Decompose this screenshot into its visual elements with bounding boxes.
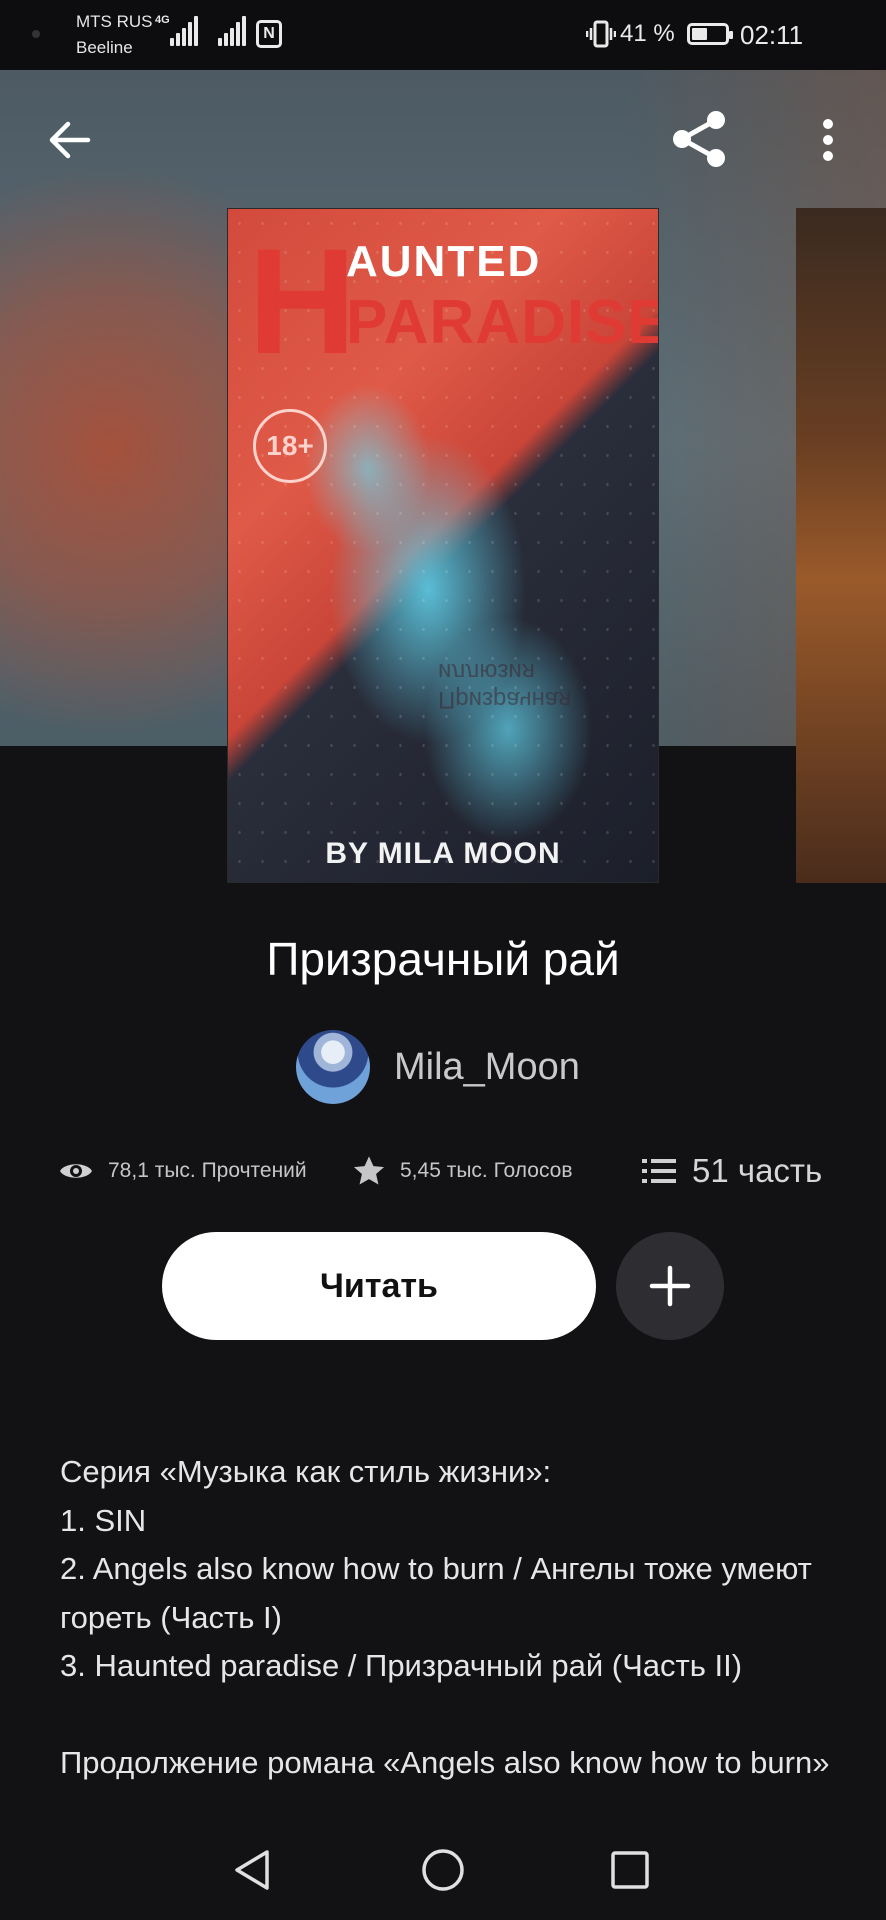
votes-count: 5,45 тыс. Голосов [400, 1159, 573, 1182]
eye-icon [60, 1164, 92, 1178]
carrier-secondary: Beeline [76, 38, 133, 57]
square-recents-icon [611, 1851, 649, 1889]
age-rating-badge: 18+ [253, 409, 327, 483]
arrow-left-icon [49, 121, 91, 159]
add-to-library-button[interactable] [616, 1232, 724, 1340]
story-description: Серия «Музыка как стиль жизни»: 1. SIN 2… [60, 1448, 840, 1816]
parts-stat[interactable]: 51 часть [642, 1146, 822, 1196]
nav-home-button[interactable] [415, 1842, 471, 1898]
nav-back-button[interactable] [224, 1842, 280, 1898]
next-book-cover[interactable] [796, 208, 886, 883]
cover-title-line1: AUNTED [346, 237, 542, 286]
vibrate-icon [585, 20, 617, 48]
cover-subtitle: Призрачная иллюзия [438, 658, 572, 713]
parts-count[interactable]: 51 часть [692, 1152, 822, 1190]
nfc-icon: N [256, 20, 282, 48]
nav-recents-button[interactable] [602, 1842, 658, 1898]
read-button[interactable]: Читать [162, 1232, 596, 1340]
more-vertical-icon [823, 119, 833, 161]
description-line: 1. SIN [60, 1502, 147, 1538]
battery-level [692, 28, 707, 40]
description-blank-line [60, 1691, 840, 1740]
cover-title-letter: H [248, 217, 357, 385]
story-detail-screen: MTS RUS Beeline 4G N 41 % 02:11 H AUNTED… [0, 0, 886, 1920]
battery-icon [687, 23, 733, 45]
story-title: Призрачный рай [266, 933, 620, 985]
carrier-primary: MTS RUS [76, 12, 153, 31]
author-avatar[interactable] [296, 1030, 370, 1104]
author-name[interactable]: Mila_Moon [394, 1046, 580, 1089]
author-row[interactable]: Mila_Moon [296, 1030, 580, 1104]
story-stats: 78,1 тыс. Прочтений 5,45 тыс. Голосов 51… [0, 1146, 886, 1196]
signal-icon-2 [218, 16, 248, 46]
share-icon [673, 111, 725, 167]
reads-stat: 78,1 тыс. Прочтений [58, 1146, 307, 1196]
list-icon [642, 1159, 676, 1183]
description-line: 2. Angels also know how to burn / Ангелы… [60, 1551, 812, 1635]
system-navigation-bar [0, 1816, 886, 1920]
reads-count: 78,1 тыс. Прочтений [108, 1159, 307, 1182]
status-bar: MTS RUS Beeline 4G N 41 % 02:11 [0, 0, 886, 70]
cover-byline: BY MILA MOON [325, 837, 561, 870]
description-line: Серия «Музыка как стиль жизни»: [60, 1454, 552, 1489]
battery-percent: 41 % [620, 20, 675, 47]
signal-icon [170, 16, 200, 46]
star-icon [353, 1156, 385, 1185]
book-cover[interactable]: H AUNTED PARADISE 18+ Призрачная иллюзия… [227, 208, 659, 883]
back-button[interactable] [38, 108, 102, 172]
camera-dot [32, 30, 40, 38]
clock: 02:11 [740, 20, 804, 50]
network-type: 4G [155, 14, 170, 26]
more-options-button[interactable] [800, 110, 856, 170]
triangle-back-icon [235, 1850, 269, 1890]
description-line: Продолжение романа «Angels also know how… [60, 1745, 830, 1780]
votes-stat: 5,45 тыс. Голосов [352, 1146, 573, 1196]
plus-icon [649, 1265, 691, 1307]
share-button[interactable] [664, 104, 734, 174]
description-line: 3. Haunted paradise / Призрачный рай (Ча… [60, 1648, 743, 1683]
cover-title-line2: PARADISE [346, 288, 659, 357]
circle-home-icon [422, 1849, 464, 1891]
